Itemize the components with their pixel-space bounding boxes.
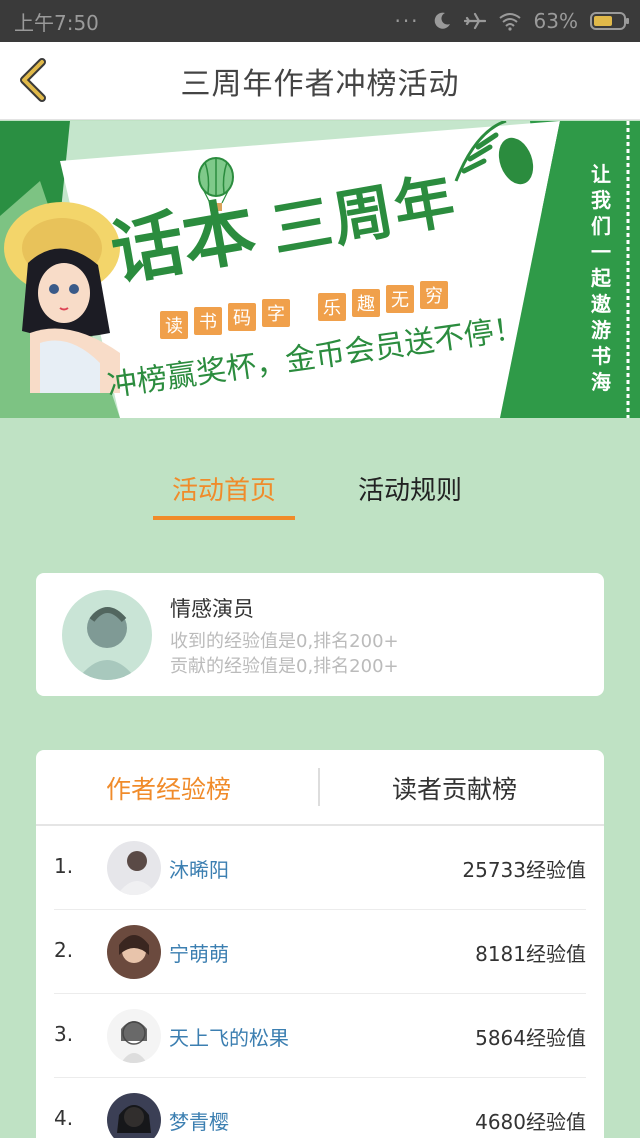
banner-tag: 乐 xyxy=(318,293,346,321)
activity-tabs: 活动首页 活动规则 xyxy=(0,460,640,520)
profile-contributed-exp: 贡献的经验值是0,排名200+ xyxy=(170,656,399,677)
status-icons: ··· 63% xyxy=(394,9,629,33)
ranking-score: 4680经验值 xyxy=(475,1110,586,1134)
battery-fill xyxy=(594,16,612,26)
banner-tag: 字 xyxy=(262,299,290,327)
banner-vertical-char: 海 xyxy=(591,370,611,394)
ranking-card: 作者经验榜 读者贡献榜 1. 沐晞阳 25733经验值 2. 宁萌萌 8181经… xyxy=(36,750,604,1138)
banner-vertical-char: 遨 xyxy=(591,292,611,316)
avatar[interactable] xyxy=(107,841,161,895)
avatar[interactable] xyxy=(107,925,161,979)
app-header: 三周年作者冲榜活动 xyxy=(0,42,640,120)
status-bar: 上午7:50 ··· 63% xyxy=(0,0,640,42)
banner-vertical-char: 我 xyxy=(591,188,611,212)
user-profile-card: 情感演员 收到的经验值是0,排名200+ 贡献的经验值是0,排名200+ xyxy=(36,573,604,696)
avatar[interactable] xyxy=(62,590,152,680)
leaf-decoration xyxy=(454,121,534,185)
banner-vertical-char: 们 xyxy=(591,214,611,238)
rank-number: 2. xyxy=(54,938,74,962)
rank-number: 1. xyxy=(54,854,74,878)
ranking-score: 5864经验值 xyxy=(475,1026,586,1050)
banner-vertical-char: 让 xyxy=(591,162,611,186)
tab-author-exp-ranking[interactable]: 作者经验榜 xyxy=(106,770,231,806)
banner-vertical-char: 游 xyxy=(591,318,611,342)
ranking-row[interactable]: 1. 沐晞阳 25733经验值 xyxy=(54,826,586,910)
banner-tag: 书 xyxy=(194,307,222,335)
profile-received-exp: 收到的经验值是0,排名200+ xyxy=(170,631,399,652)
banner-tag: 码 xyxy=(228,303,256,331)
ranking-row[interactable]: 3. 天上飞的松果 5864经验值 xyxy=(54,994,586,1078)
avatar[interactable] xyxy=(107,1093,161,1138)
ranking-user-name[interactable]: 梦青樱 xyxy=(169,1106,229,1135)
banner-tag: 无 xyxy=(386,285,414,313)
ranking-user-name[interactable]: 天上飞的松果 xyxy=(169,1022,289,1051)
banner-tag: 读 xyxy=(160,311,188,339)
tab-activity-home[interactable]: 活动首页 xyxy=(153,470,295,520)
ranking-tab-divider xyxy=(318,768,320,806)
wifi-icon xyxy=(498,13,521,31)
ranking-user-name[interactable]: 沐晞阳 xyxy=(169,854,229,883)
avatar[interactable] xyxy=(107,1009,161,1063)
banner-vertical-char: 书 xyxy=(591,344,611,368)
tab-activity-rules[interactable]: 活动规则 xyxy=(340,470,480,520)
banner-vertical-text: 让 我 们 一 起 遨 游 书 海 xyxy=(588,161,614,395)
ranking-user-name[interactable]: 宁萌萌 xyxy=(169,938,229,967)
event-banner[interactable]: 话本 三周年 读 书 码 字 乐 趣 无 穷 冲榜赢奖杯，金币会员送不停！ 让 … xyxy=(0,121,640,418)
airplane-icon xyxy=(463,12,486,30)
banner-tag: 趣 xyxy=(352,289,380,317)
ranking-score: 25733经验值 xyxy=(462,858,586,882)
rank-number: 4. xyxy=(54,1106,74,1130)
more-dots-icon: ··· xyxy=(394,9,420,33)
ranking-row[interactable]: 2. 宁萌萌 8181经验值 xyxy=(54,910,586,994)
status-time: 上午7:50 xyxy=(14,10,99,35)
banner-vertical-char: 一 xyxy=(591,240,611,264)
page-title: 三周年作者冲榜活动 xyxy=(180,66,460,102)
banner-vertical-char: 起 xyxy=(591,266,611,290)
battery-icon xyxy=(590,12,629,30)
tab-reader-contribution-ranking[interactable]: 读者贡献榜 xyxy=(392,770,517,806)
ranking-row[interactable]: 4. 梦青樱 4680经验值 xyxy=(54,1078,586,1138)
profile-name: 情感演员 xyxy=(170,597,254,621)
banner-tag: 穷 xyxy=(420,281,448,309)
ranking-tabs: 作者经验榜 读者贡献榜 xyxy=(36,750,604,826)
moon-icon xyxy=(434,12,450,29)
rank-number: 3. xyxy=(54,1022,74,1046)
battery-percent: 63% xyxy=(533,9,578,33)
ranking-score: 8181经验值 xyxy=(475,942,586,966)
chevron-left-icon[interactable] xyxy=(14,56,54,104)
